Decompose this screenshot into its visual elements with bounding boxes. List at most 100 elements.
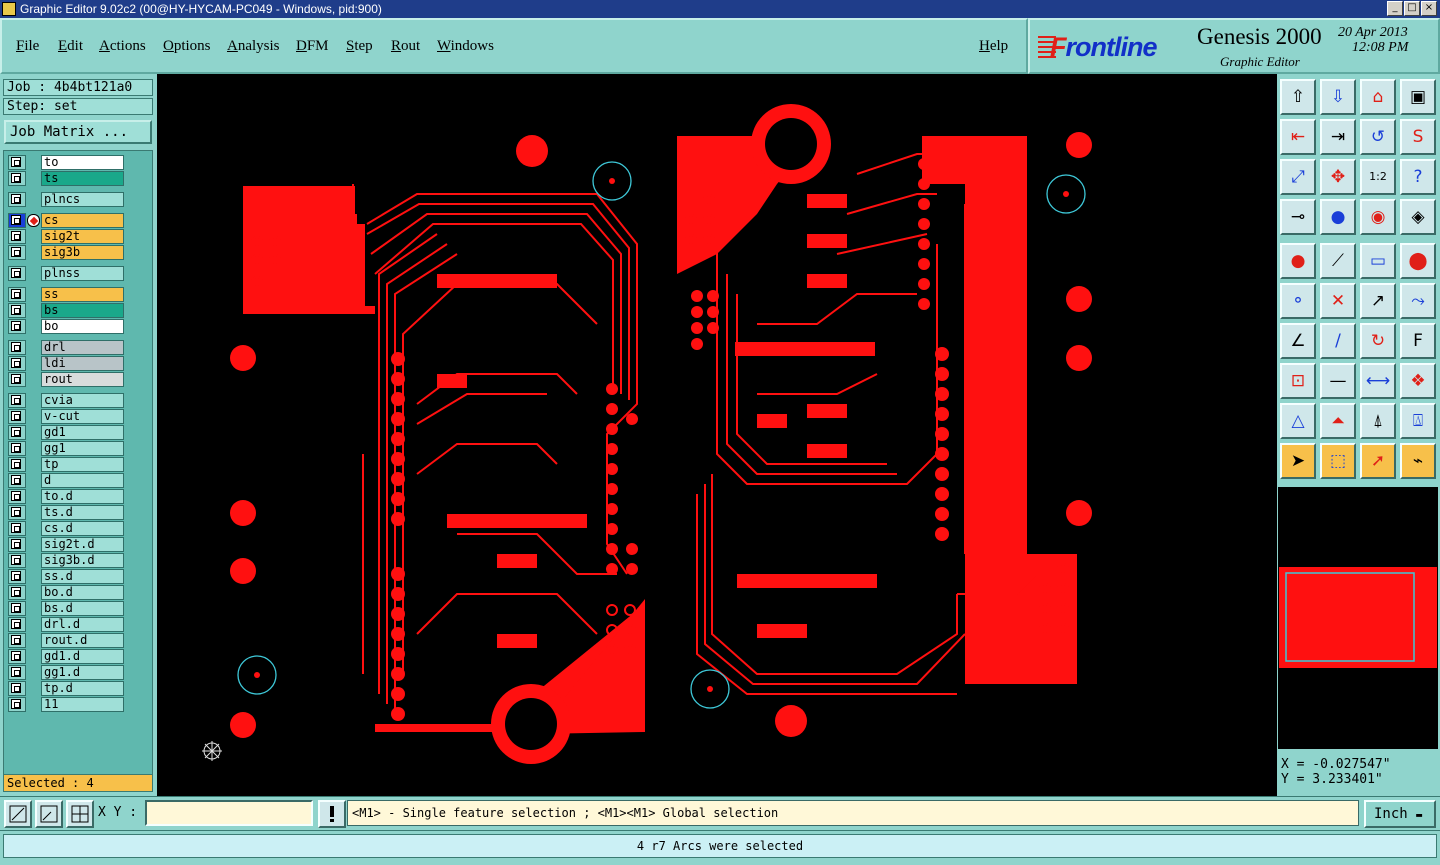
ruler-tool-button[interactable]: ▭ [1360, 243, 1396, 279]
layer-name[interactable]: sig3b [41, 245, 124, 260]
zoom-fit-button[interactable] [35, 800, 63, 828]
layer-name[interactable]: gg1 [41, 441, 124, 456]
shapes-tool-button[interactable]: ❖ [1400, 363, 1436, 399]
triangle-add-tool-button[interactable]: △ [1280, 403, 1316, 439]
layer-row-gg1[interactable]: gg1 [8, 441, 128, 456]
layer-row-ts[interactable]: ts [8, 171, 128, 186]
layer-name[interactable]: sig3b.d [41, 553, 124, 568]
zoom-area-button[interactable] [4, 800, 32, 828]
graphic-canvas[interactable] [157, 74, 1277, 796]
layer-checkbox[interactable] [11, 635, 21, 645]
menu-rout[interactable]: Rout [391, 38, 420, 55]
layer-name[interactable]: bo [41, 319, 124, 334]
layer-row-drl.d[interactable]: drl.d [8, 617, 128, 632]
layer-name[interactable]: bs [41, 303, 124, 318]
layer-row-drl[interactable]: drl [8, 340, 128, 355]
close-button[interactable]: × [1421, 1, 1437, 16]
probe-tool-button[interactable]: ● [1320, 199, 1356, 235]
layer-checkbox[interactable] [11, 215, 21, 225]
layer-name[interactable]: ts.d [41, 505, 124, 520]
menu-edit[interactable]: Edit [58, 38, 83, 55]
layer-checkbox[interactable] [11, 157, 21, 167]
redraw-tool-button[interactable]: S [1400, 119, 1436, 155]
layer-checkbox[interactable] [11, 411, 21, 421]
layer-row-cs.d[interactable]: cs.d [8, 521, 128, 536]
layer-row-bo.d[interactable]: bo.d [8, 585, 128, 600]
layer-name[interactable]: ts [41, 171, 124, 186]
connect-tool-button[interactable]: ⚬ [1280, 283, 1316, 319]
scale-1to2-tool-button[interactable]: 1:2 [1360, 159, 1396, 195]
layer-checkbox[interactable] [11, 587, 21, 597]
layer-checkbox[interactable] [11, 305, 21, 315]
layer-checkbox[interactable] [11, 491, 21, 501]
layer-row-bo[interactable]: bo [8, 319, 128, 334]
layer-name[interactable]: tp [41, 457, 124, 472]
layer-checkbox[interactable] [11, 699, 21, 709]
layer-name[interactable]: bo.d [41, 585, 124, 600]
job-matrix-button[interactable]: Job Matrix ... [4, 120, 152, 144]
snap-tool-button[interactable]: ⊡ [1280, 363, 1316, 399]
layer-row-bs.d[interactable]: bs.d [8, 601, 128, 616]
layer-row-bs[interactable]: bs [8, 303, 128, 318]
layer-checkbox[interactable] [11, 231, 21, 241]
select-box-tool-button[interactable]: ⬚ [1320, 443, 1356, 479]
layer-checkbox[interactable] [11, 475, 21, 485]
layer-row-cvia[interactable]: cvia [8, 393, 128, 408]
layer-name[interactable]: bs.d [41, 601, 124, 616]
layer-checkbox[interactable] [11, 555, 21, 565]
pointer-tool-button[interactable]: ➤ [1280, 443, 1316, 479]
layer-checkbox[interactable] [11, 459, 21, 469]
layer-checkbox[interactable] [11, 374, 21, 384]
affected-layer-icon[interactable] [27, 214, 40, 227]
layer-checkbox[interactable] [11, 523, 21, 533]
menu-step[interactable]: Step [346, 38, 373, 55]
text-tool-button[interactable]: F [1400, 323, 1436, 359]
layer-name[interactable]: gd1.d [41, 649, 124, 664]
pan-right-tool-button[interactable]: ⇥ [1320, 119, 1356, 155]
menu-actions[interactable]: Actions [99, 38, 146, 55]
layer-name[interactable]: cs [41, 213, 124, 228]
layer-checkbox[interactable] [11, 443, 21, 453]
layer-name[interactable]: 11 [41, 697, 124, 712]
layer-checkbox[interactable] [11, 342, 21, 352]
layer-name[interactable]: v-cut [41, 409, 124, 424]
layer-name[interactable]: plnss [41, 266, 124, 281]
layer-row-11[interactable]: 11 [8, 697, 128, 712]
overview-svg[interactable] [1278, 487, 1438, 749]
unit-selector[interactable]: Inch ▬ [1364, 800, 1436, 828]
layer-row-sig2t.d[interactable]: sig2t.d [8, 537, 128, 552]
layer-name[interactable]: gd1 [41, 425, 124, 440]
layer-checkbox[interactable] [11, 194, 21, 204]
menu-options[interactable]: Options [163, 38, 211, 55]
layer-name[interactable]: drl [41, 340, 124, 355]
line-tool-button[interactable]: / [1320, 323, 1356, 359]
overview-map[interactable] [1278, 487, 1438, 749]
measure-tool-button[interactable]: ⊸ [1280, 199, 1316, 235]
xy-input[interactable] [145, 800, 313, 826]
menu-analysis[interactable]: Analysis [227, 38, 280, 55]
minimize-button[interactable]: _ [1387, 1, 1403, 16]
layer-checkbox[interactable] [11, 507, 21, 517]
layer-row-plnss[interactable]: plnss [8, 266, 128, 281]
layer-name[interactable]: gg1.d [41, 665, 124, 680]
grid-button[interactable] [66, 800, 94, 828]
layer-checkbox[interactable] [11, 358, 21, 368]
layer-checkbox[interactable] [11, 571, 21, 581]
layer-color-tool-button[interactable]: ◈ [1400, 199, 1436, 235]
triangle-move-tool-button[interactable]: ⍍ [1400, 403, 1436, 439]
layer-checkbox[interactable] [11, 247, 21, 257]
layer-row-gd1.d[interactable]: gd1.d [8, 649, 128, 664]
layer-row-ss.d[interactable]: ss.d [8, 569, 128, 584]
resize-tool-button[interactable]: ⟷ [1360, 363, 1396, 399]
layer-checkbox[interactable] [11, 289, 21, 299]
layer-name[interactable]: ldi [41, 356, 124, 371]
pointer-alt-tool-button[interactable]: ➚ [1360, 443, 1396, 479]
layer-checkbox[interactable] [11, 395, 21, 405]
layer-row-cs[interactable]: cs [8, 213, 128, 228]
layer-checkbox[interactable] [11, 683, 21, 693]
layer-checkbox[interactable] [11, 268, 21, 278]
menu-dfm[interactable]: DFM [296, 38, 329, 55]
layer-name[interactable]: ss.d [41, 569, 124, 584]
layer-name[interactable]: to.d [41, 489, 124, 504]
import-tool-button[interactable]: ⇧ [1280, 79, 1316, 115]
